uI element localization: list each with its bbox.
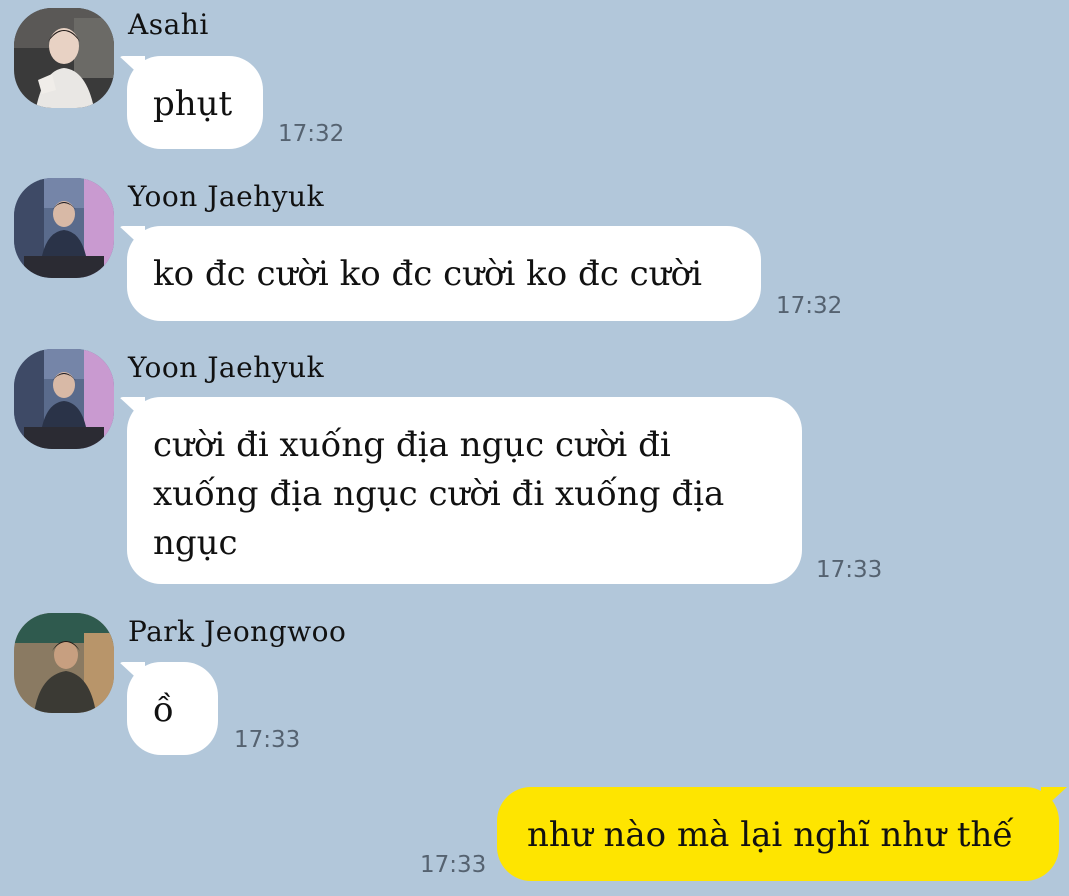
message-bubble[interactable]: phụt [127,56,263,149]
message-text-line: cười đi xuống địa ngục cười đi [153,425,671,465]
avatar[interactable] [14,178,114,278]
message-time: 17:32 [278,121,345,147]
message-bubble[interactable]: ko đc cười ko đc cười ko đc cười [127,226,761,321]
avatar[interactable] [14,8,114,108]
jaehyuk-avatar-image [14,349,114,449]
message-text: ồ [153,690,174,730]
avatar[interactable] [14,349,114,449]
message-text-line: ngục [153,523,238,563]
sender-name: Yoon Jaehyuk [128,180,325,213]
avatar[interactable] [14,613,114,713]
message-time: 17:33 [816,557,883,583]
message-time: 17:33 [420,852,487,878]
message-text-line: xuống địa ngục cười đi xuống địa [153,474,725,514]
message-bubble[interactable]: cười đi xuống địa ngục cười đi xuống địa… [127,397,802,584]
sender-name: Park Jeongwoo [128,615,347,648]
sender-name: Asahi [128,8,209,41]
jeongwoo-avatar-image [14,613,114,713]
message-text: như nào mà lại nghĩ như thế [527,815,1014,855]
my-message-bubble[interactable]: như nào mà lại nghĩ như thế [497,787,1059,881]
message-time: 17:33 [234,727,301,753]
message-text: phụt [153,84,233,124]
asahi-avatar-image [14,8,114,108]
jaehyuk-avatar-image [14,178,114,278]
message-time: 17:32 [776,293,843,319]
message-bubble[interactable]: ồ [127,662,218,755]
sender-name: Yoon Jaehyuk [128,351,325,384]
message-text: ko đc cười ko đc cười ko đc cười [153,254,702,294]
